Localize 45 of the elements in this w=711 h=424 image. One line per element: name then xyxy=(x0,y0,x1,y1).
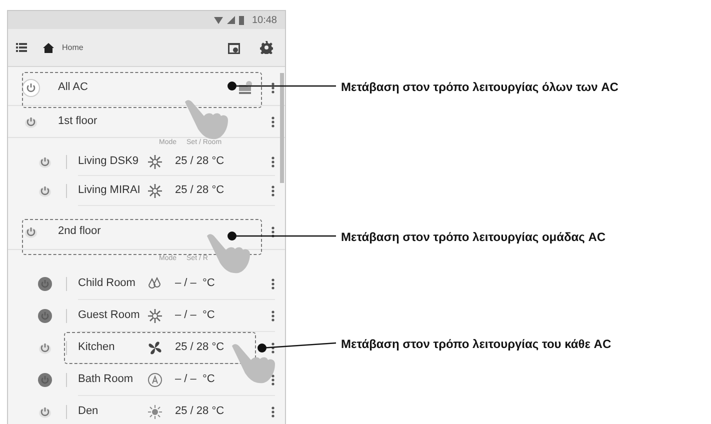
more-options-icon[interactable] xyxy=(271,278,275,290)
callout-label: Μετάβαση στον τρόπο λειτουργίας του κάθε AC xyxy=(341,336,612,353)
battery-icon xyxy=(238,16,244,24)
menu-icon[interactable] xyxy=(16,43,27,52)
unit-icon xyxy=(237,80,253,94)
unit-name: Den xyxy=(78,404,100,420)
temperature-reading: 25 / 28 °C xyxy=(175,340,226,356)
more-options-icon[interactable] xyxy=(271,82,275,94)
signal-icon xyxy=(226,16,235,24)
unit-name: Bath Room xyxy=(78,372,134,388)
power-icon[interactable] xyxy=(36,371,54,389)
more-options-icon[interactable] xyxy=(271,226,275,238)
callout-label: Μετάβαση στον τρόπο λειτουργίας ομάδας AC xyxy=(341,229,606,246)
more-options-icon[interactable] xyxy=(271,374,275,386)
more-options-icon[interactable] xyxy=(271,184,275,196)
row-label: 1st floor xyxy=(58,114,98,130)
power-icon[interactable] xyxy=(36,307,54,325)
unit-name: Living MIRAI xyxy=(78,183,142,198)
unit-name: Child Room xyxy=(78,276,136,292)
header-title: Home xyxy=(62,42,84,54)
more-options-icon[interactable] xyxy=(271,342,275,354)
status-time: 10:48 xyxy=(252,14,277,28)
more-options-icon[interactable] xyxy=(271,116,275,128)
more-options-icon[interactable] xyxy=(271,156,275,168)
callout-label: Μετάβαση στον τρόπο λειτουργίας όλων των AC xyxy=(341,79,618,96)
temperature-reading: – / – °C xyxy=(175,276,216,292)
row-label: All AC xyxy=(58,80,88,96)
more-options-icon[interactable] xyxy=(271,310,275,322)
schedule-icon[interactable] xyxy=(228,42,240,54)
home-icon[interactable] xyxy=(43,42,54,52)
temperature-reading: 25 / 28 °C xyxy=(175,404,226,420)
settings-icon[interactable] xyxy=(260,41,273,54)
scrollbar[interactable] xyxy=(280,73,284,183)
temperature-reading: 25 / 28 °C xyxy=(175,154,226,170)
more-options-icon[interactable] xyxy=(271,406,275,418)
wifi-icon xyxy=(214,16,223,24)
row-label: 2nd floor xyxy=(58,224,101,240)
unit-name: Kitchen xyxy=(78,340,116,356)
power-icon[interactable] xyxy=(22,78,40,96)
unit-name: Living DSK9 xyxy=(78,154,140,170)
power-icon[interactable] xyxy=(36,275,54,293)
temperature-reading: 25 / 28 °C xyxy=(175,183,226,198)
temperature-reading: – / – °C xyxy=(175,372,216,388)
unit-name: Guest Room xyxy=(78,308,141,324)
temperature-reading: – / – °C xyxy=(175,308,216,324)
